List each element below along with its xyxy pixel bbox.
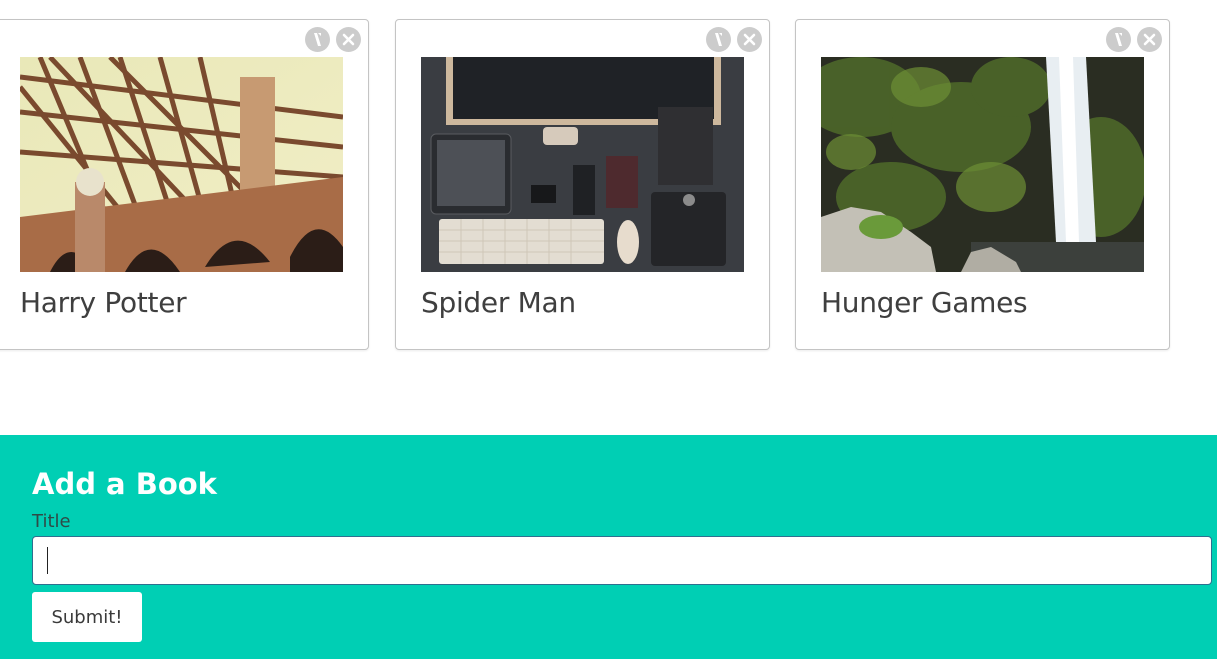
close-icon bbox=[743, 33, 756, 46]
edit-button[interactable] bbox=[305, 27, 330, 52]
book-card: Harry Potter bbox=[0, 19, 369, 350]
bridge-photo bbox=[20, 57, 343, 272]
close-icon bbox=[342, 33, 355, 46]
edit-button[interactable] bbox=[706, 27, 731, 52]
card-actions bbox=[1106, 27, 1162, 52]
book-card: Hunger Games bbox=[795, 19, 1170, 350]
close-icon bbox=[1143, 33, 1156, 46]
form-heading: Add a Book bbox=[32, 467, 217, 501]
edit-icon bbox=[715, 33, 722, 46]
book-card: Spider Man bbox=[395, 19, 770, 350]
waterfall-photo bbox=[821, 57, 1144, 272]
title-input[interactable] bbox=[32, 536, 1212, 585]
edit-button[interactable] bbox=[1106, 27, 1131, 52]
delete-button[interactable] bbox=[737, 27, 762, 52]
title-label: Title bbox=[32, 511, 71, 532]
card-actions bbox=[706, 27, 762, 52]
book-title: Spider Man bbox=[421, 286, 576, 319]
edit-icon bbox=[314, 33, 321, 46]
delete-button[interactable] bbox=[336, 27, 361, 52]
book-title: Hunger Games bbox=[821, 286, 1028, 319]
delete-button[interactable] bbox=[1137, 27, 1162, 52]
submit-button[interactable]: Submit! bbox=[32, 592, 142, 642]
text-caret bbox=[47, 547, 48, 574]
add-book-panel: Add a Book Title Submit! bbox=[0, 435, 1217, 659]
book-title: Harry Potter bbox=[20, 286, 187, 319]
edit-icon bbox=[1115, 33, 1122, 46]
desk-gadgets-photo bbox=[421, 57, 744, 272]
book-list: Harry Potter Spider Man Hunger Games bbox=[0, 0, 1217, 435]
card-actions bbox=[305, 27, 361, 52]
